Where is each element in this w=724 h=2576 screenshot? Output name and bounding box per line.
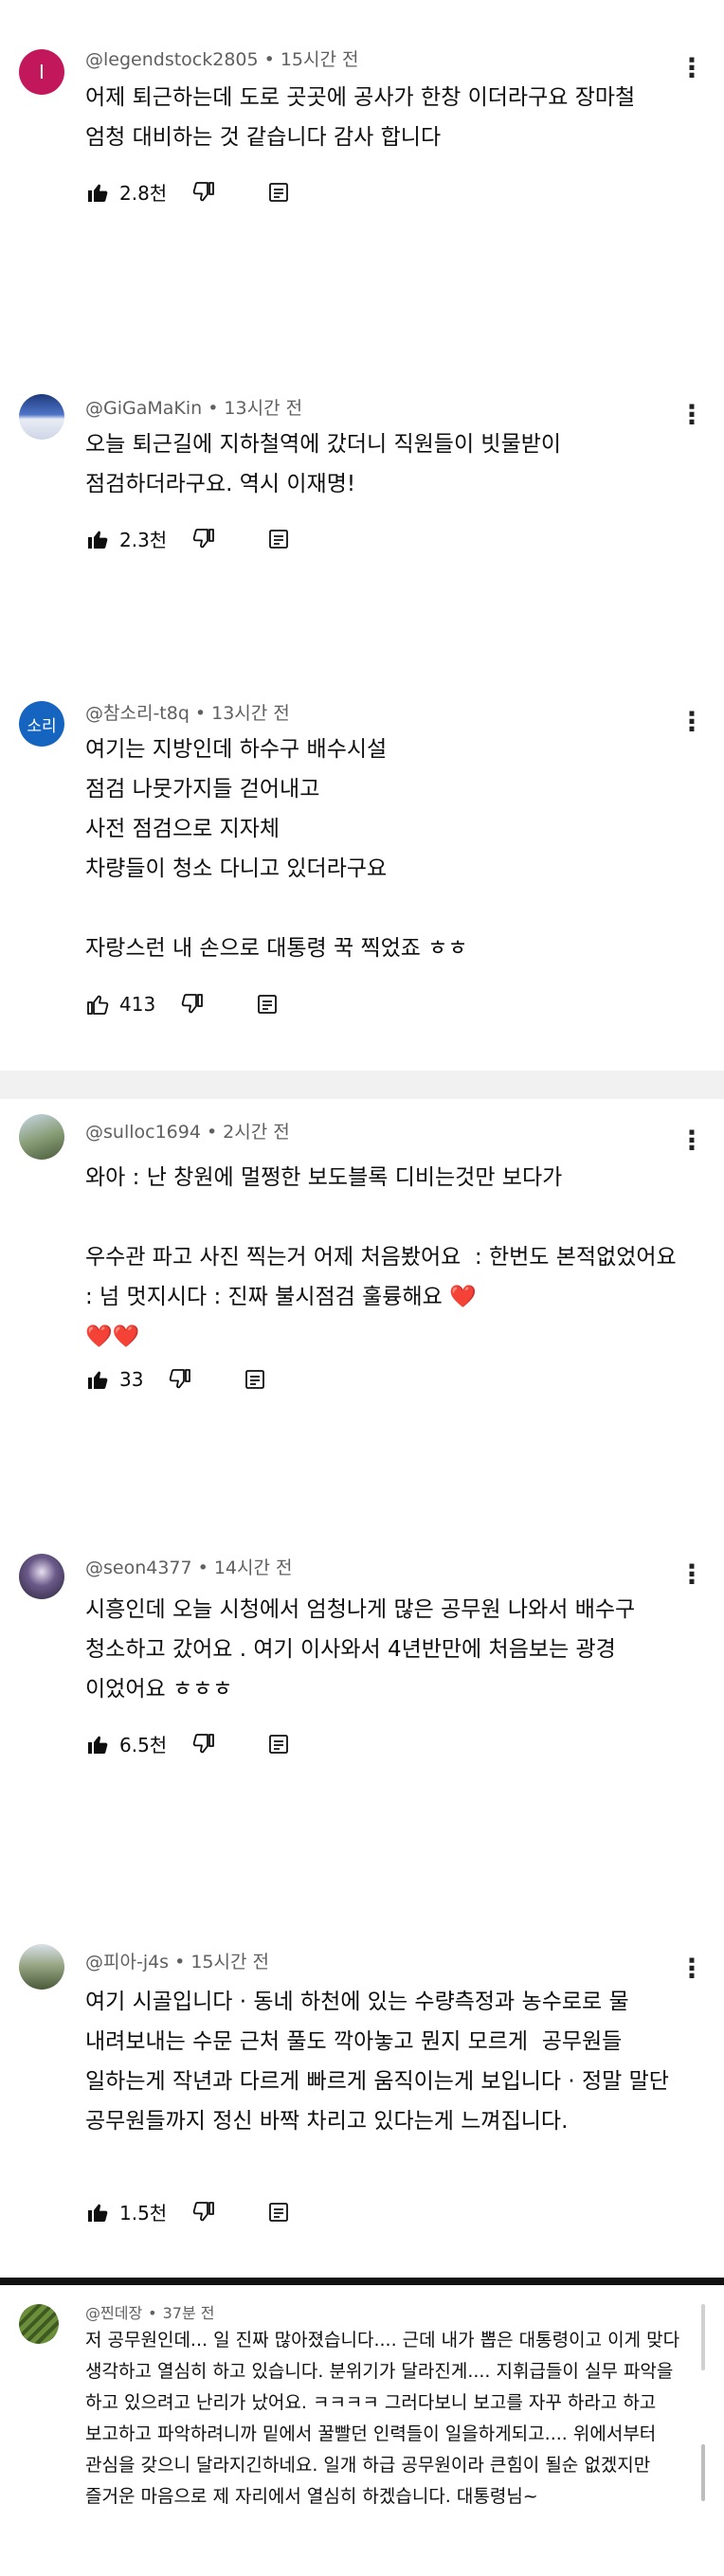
reply-icon[interactable]	[267, 2201, 290, 2224]
author-handle[interactable]: @legendstock2805	[85, 49, 259, 70]
dislike-icon[interactable]	[180, 993, 205, 1016]
author-handle[interactable]: @GiGaMaKin	[85, 398, 202, 419]
reply-icon[interactable]	[256, 993, 279, 1016]
separator: •	[197, 1558, 208, 1578]
comment-header: @참소리-t8q • 13시간 전	[85, 699, 290, 725]
timestamp[interactable]: 37분 전	[163, 2304, 215, 2322]
dislike-icon[interactable]	[191, 2201, 216, 2224]
comment-actions: 1.5천	[85, 2198, 290, 2225]
divider	[0, 2278, 724, 2285]
comment-card: I @legendstock2805 • 15시간 전 ⋮ 어제 퇴근하는데 도로 …	[0, 0, 724, 332]
comment-header: @sulloc1694 • 2시간 전	[85, 1118, 290, 1144]
comment-header: @GiGaMaKin • 13시간 전	[85, 394, 302, 420]
comment-text: 저 공무원인데... 일 진짜 많아졌습니다.... 근데 내가 뽑은 대통령이…	[85, 2330, 686, 2507]
comment-header: @legendstock2805 • 15시간 전	[85, 45, 359, 71]
comment-card: @sulloc1694 • 2시간 전 ⋮ 와아 : 난 창원에 멀쩡한 보도블록 …	[0, 1099, 724, 1459]
author-handle[interactable]: @seon4377	[85, 1558, 192, 1578]
comment-text: 시흥인데 오늘 시청에서 엄청나게 많은 공무원 나와서 배수구 청소하고 갔어…	[85, 1597, 643, 1702]
like-icon[interactable]	[85, 993, 110, 1016]
timestamp[interactable]: 13시간 전	[211, 703, 290, 724]
separator: •	[148, 2304, 157, 2322]
reply-icon[interactable]	[267, 181, 290, 204]
dislike-icon[interactable]	[191, 528, 216, 550]
comment-card: @seon4377 • 14시간 전 ⋮ 시흥인데 오늘 시청에서 엄청나게 많은 …	[0, 1516, 724, 1800]
like-icon[interactable]	[85, 181, 110, 204]
comment-text: 어제 퇴근하는데 도로 곳곳에 공사가 한창 이더라구요 장마철 엄청 대비하는…	[85, 85, 649, 150]
comment-card: @피아-j4s • 15시간 전 ⋮ 여기 시골입니다 · 동네 하천에 있는 수량…	[0, 1914, 724, 2255]
timestamp[interactable]: 14시간 전	[214, 1558, 293, 1578]
like-icon[interactable]	[85, 2201, 110, 2224]
avatar[interactable]	[19, 2304, 59, 2344]
reply-icon[interactable]	[244, 1368, 266, 1391]
divider	[0, 1071, 724, 1099]
like-count: 33	[119, 1368, 144, 1391]
dislike-icon[interactable]	[191, 181, 216, 204]
like-icon[interactable]	[85, 528, 110, 550]
comment-text: 오늘 퇴근길에 지하철역에 갔더니 직원들이 빗물받이 점검하더라구요. 역시 …	[85, 432, 569, 496]
more-options-icon[interactable]: ⋮	[679, 1561, 705, 1588]
comment-header: @찐데장 • 37분 전	[85, 2300, 215, 2323]
author-handle[interactable]: @찐데장	[85, 2304, 142, 2322]
like-count: 1.5천	[119, 2202, 168, 2225]
avatar[interactable]	[19, 1944, 64, 1990]
comment-header: @피아-j4s • 15시간 전	[85, 1948, 269, 1973]
comment-actions: 2.3천	[85, 525, 290, 552]
separator: •	[194, 703, 207, 724]
avatar[interactable]	[19, 394, 64, 440]
comment-actions: 33	[85, 1368, 266, 1391]
comment-text: 와아 : 난 창원에 멀쩡한 보도블록 디비는것만 보다가 우수관 파고 사진 …	[85, 1165, 677, 1349]
like-icon[interactable]	[85, 1733, 110, 1756]
like-count: 6.5천	[119, 1734, 168, 1756]
comment-actions: 413	[85, 993, 279, 1016]
author-handle[interactable]: @sulloc1694	[85, 1122, 201, 1143]
more-options-icon[interactable]: ⋮	[679, 1127, 705, 1154]
like-count: 2.8천	[119, 182, 168, 205]
separator: •	[263, 49, 275, 70]
avatar[interactable]: 소리	[19, 701, 64, 747]
timestamp[interactable]: 15시간 전	[190, 1952, 269, 1973]
comment-card: @찐데장 • 37분 전 저 공무원인데... 일 진짜 많아졌습니다.... 근데…	[0, 2285, 724, 2576]
comment-actions: 2.8천	[85, 178, 290, 206]
avatar[interactable]	[19, 1114, 64, 1160]
avatar[interactable]	[19, 1554, 64, 1599]
dislike-icon[interactable]	[191, 1733, 216, 1756]
like-count: 2.3천	[119, 529, 168, 551]
dislike-icon[interactable]	[168, 1368, 192, 1391]
reply-icon[interactable]	[267, 528, 290, 550]
scrollbar-thumb[interactable]	[701, 2444, 705, 2501]
separator: •	[174, 1952, 186, 1973]
reply-icon[interactable]	[267, 1733, 290, 1756]
separator: •	[206, 1122, 218, 1143]
comment-actions: 6.5천	[85, 1730, 290, 1757]
comment-card: 소리 @참소리-t8q • 13시간 전 ⋮ 여기는 지방인데 하수구 배수시설 점…	[0, 654, 724, 1071]
comment-text: 여기 시골입니다 · 동네 하천에 있는 수량측정과 농수로로 물 내려보내는 …	[85, 1990, 677, 2134]
more-options-icon[interactable]: ⋮	[679, 1955, 705, 1982]
comment-text: 여기는 지방인데 하수구 배수시설 점검 나뭇가지들 걷어내고 사전 점검으로 …	[85, 737, 468, 961]
scrollbar[interactable]	[701, 2304, 705, 2370]
timestamp[interactable]: 13시간 전	[224, 398, 302, 419]
author-handle[interactable]: @피아-j4s	[85, 1952, 169, 1973]
avatar[interactable]: I	[19, 49, 64, 95]
author-handle[interactable]: @참소리-t8q	[85, 703, 190, 724]
like-count: 413	[119, 993, 156, 1016]
timestamp[interactable]: 2시간 전	[223, 1122, 290, 1143]
like-icon[interactable]	[85, 1368, 110, 1391]
comment-header: @seon4377 • 14시간 전	[85, 1554, 293, 1579]
separator: •	[208, 398, 219, 419]
timestamp[interactable]: 15시간 전	[281, 49, 359, 70]
comment-card: @GiGaMaKin • 13시간 전 ⋮ 오늘 퇴근길에 지하철역에 갔더니 직원…	[0, 356, 724, 616]
